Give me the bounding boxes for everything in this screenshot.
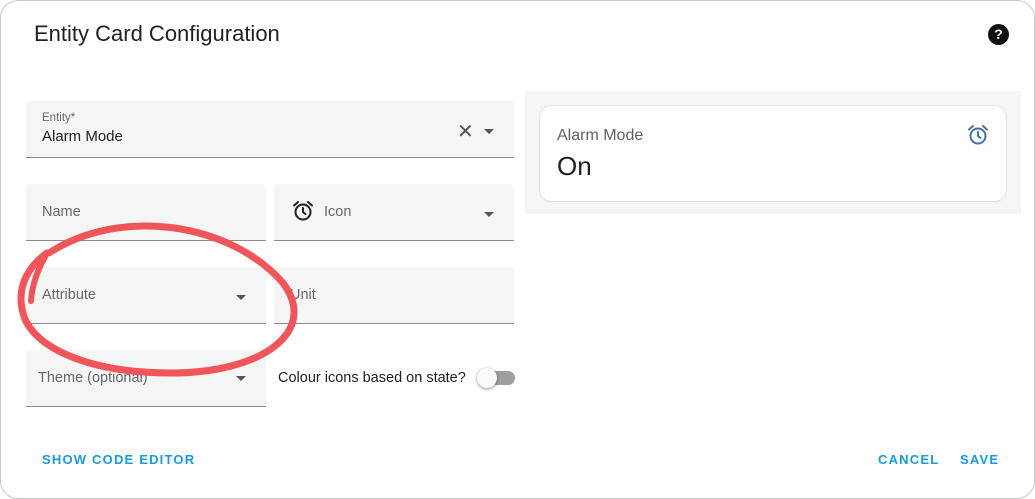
cancel-button[interactable]: CANCEL — [878, 452, 939, 467]
attribute-select[interactable]: Attribute — [26, 267, 266, 324]
theme-select[interactable]: Theme (optional) — [26, 350, 266, 407]
preview-entity-state: On — [557, 151, 592, 181]
show-code-editor-button[interactable]: SHOW CODE EDITOR — [42, 452, 195, 467]
icon-picker-label: Icon — [324, 204, 352, 220]
entity-picker[interactable]: Entity* Alarm Mode ✕ — [26, 101, 514, 158]
chevron-down-icon[interactable] — [236, 376, 246, 381]
chevron-down-icon[interactable] — [236, 295, 246, 300]
dialog-title: Entity Card Configuration — [34, 21, 280, 46]
entity-picker-value: Alarm Mode — [42, 128, 123, 145]
preview-entity-name: Alarm Mode — [557, 127, 644, 144]
unit-field-label: Unit — [290, 287, 316, 303]
chevron-down-icon[interactable] — [484, 212, 494, 217]
unit-field[interactable]: Unit — [274, 267, 514, 324]
icon-picker[interactable]: Icon — [274, 184, 514, 241]
alarm-clock-icon — [291, 199, 315, 228]
entity-picker-label: Entity* — [42, 112, 76, 124]
alarm-clock-icon — [966, 123, 990, 152]
colour-icons-toggle-label: Colour icons based on state? — [278, 370, 466, 386]
help-icon[interactable]: ? — [988, 24, 1009, 45]
theme-select-label: Theme (optional) — [38, 370, 148, 386]
attribute-select-label: Attribute — [42, 287, 96, 303]
save-button[interactable]: SAVE — [960, 452, 999, 467]
clear-icon[interactable]: ✕ — [457, 122, 474, 142]
entity-card-preview: Alarm Mode On — [539, 105, 1007, 202]
name-field[interactable]: Name — [26, 184, 266, 241]
colour-icons-toggle-thumb[interactable] — [477, 368, 497, 388]
name-field-label: Name — [42, 204, 81, 220]
entity-card-dialog: Entity Card Configuration ? Entity* Alar… — [0, 0, 1035, 499]
annotation-circle — [17, 222, 298, 377]
chevron-down-icon[interactable] — [484, 129, 494, 134]
